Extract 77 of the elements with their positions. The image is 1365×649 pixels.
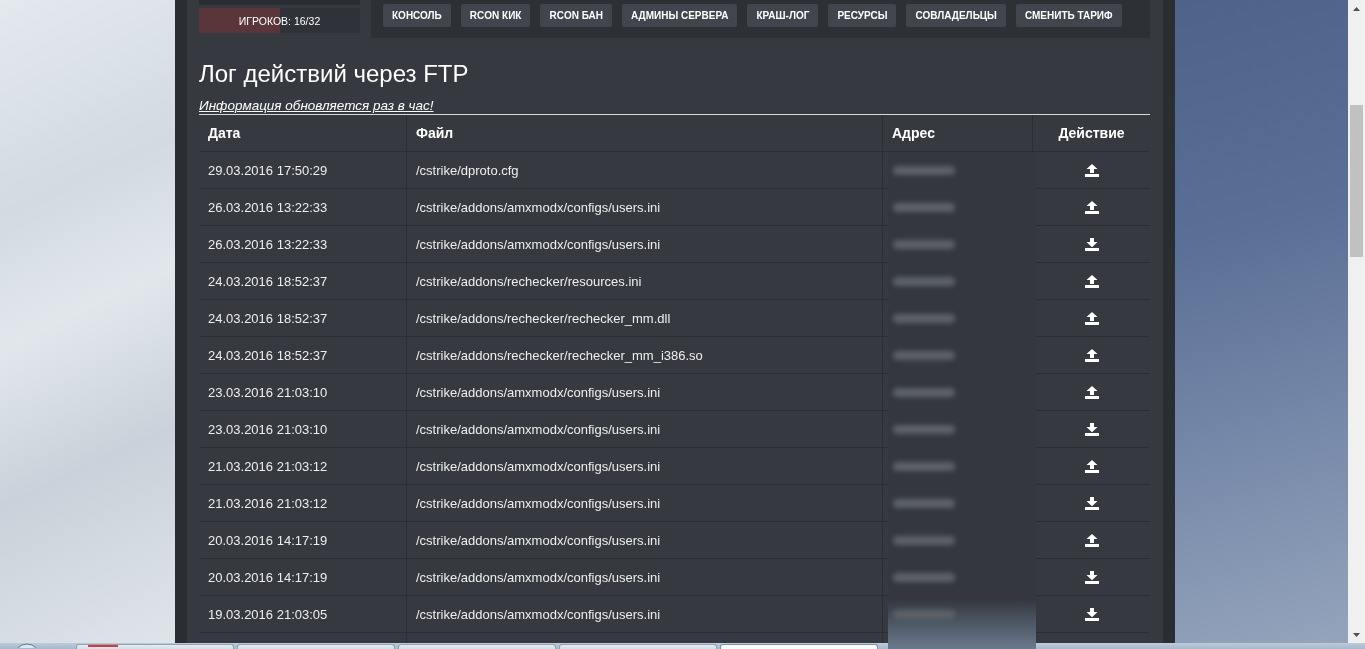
toolbar-button[interactable]: СОВЛАДЕЛЬЦЫ (906, 4, 1006, 27)
scrollbar-thumb[interactable] (1350, 105, 1363, 257)
upload-icon (1084, 274, 1099, 288)
upload-icon (1084, 459, 1099, 473)
blurred-text (893, 351, 955, 360)
download-icon (1084, 422, 1099, 436)
table-cell: /cstrike/addons/amxmodx/configs/users.ini (416, 236, 661, 252)
table-cell: 23.03.2016 21:03:10 (208, 421, 328, 437)
blurred-text (893, 203, 955, 212)
blurred-text (893, 536, 955, 545)
toolbar-button[interactable]: RCON БАН (540, 4, 612, 27)
toolbar-button[interactable]: РЕСУРСЫ (828, 4, 897, 27)
blurred-text (893, 314, 955, 323)
upload-icon (1084, 311, 1099, 325)
table-cell: /cstrike/addons/rechecker/resources.ini (416, 273, 642, 289)
toolbar-button[interactable]: КОНСОЛЬ (383, 4, 451, 27)
table-cell: /cstrike/addons/amxmodx/configs/users.ini (416, 421, 661, 437)
table-cell: 26.03.2016 13:22:33 (208, 236, 328, 252)
table-cell: /cstrike/addons/amxmodx/configs/users.ini (416, 384, 661, 400)
upload-icon (1084, 200, 1099, 214)
table-cell: 21.03.2016 21:03:12 (208, 458, 328, 474)
download-icon (1084, 607, 1099, 621)
toolbar-button[interactable]: АДМИНЫ СЕРВЕРА (621, 4, 738, 27)
column-header: Действие (1058, 125, 1125, 141)
table-cell: 20.03.2016 14:17:19 (208, 569, 328, 585)
toolbar-button[interactable]: СМЕНИТЬ ТАРИФ (1015, 4, 1122, 27)
table-cell: 24.03.2016 18:52:37 (208, 310, 328, 326)
column-header: Дата (208, 125, 241, 141)
table-cell: 21.03.2016 21:03:12 (208, 495, 328, 511)
table-cell: 20.03.2016 14:17:19 (208, 532, 328, 548)
table-cell: /cstrike/dproto.cfg (416, 162, 519, 178)
upload-icon (1084, 385, 1099, 399)
blurred-text (893, 573, 955, 582)
column-header: Файл (416, 125, 454, 141)
table-cell: /cstrike/addons/amxmodx/configs/users.ini (416, 495, 661, 511)
download-icon (1084, 237, 1099, 251)
download-icon (1084, 570, 1099, 584)
page-title: Лог действий через FTP (199, 60, 469, 88)
table-cell: 24.03.2016 18:52:37 (208, 347, 328, 363)
taskbar-button[interactable] (720, 644, 878, 649)
down-arrow-icon (1353, 632, 1360, 637)
upload-icon (1084, 163, 1099, 177)
upload-icon (1084, 348, 1099, 362)
download-icon (1084, 496, 1099, 510)
toolbar-button[interactable]: RCON КИК (460, 4, 531, 27)
table-cell: /cstrike/addons/amxmodx/configs/users.ini (416, 199, 661, 215)
table-cell: /cstrike/addons/rechecker/rechecker_mm.dll (416, 310, 671, 326)
toolbar-button[interactable]: КРАШ-ЛОГ (747, 4, 819, 27)
players-count: ИГРОКОВ: 16/32 (238, 14, 321, 27)
start-button[interactable] (14, 643, 40, 648)
table-cell: 29.03.2016 17:50:29 (208, 162, 328, 178)
table-cell: /cstrike/addons/rechecker/rechecker_mm_i386.so (416, 347, 703, 363)
taskbar-button[interactable] (398, 644, 556, 649)
up-arrow-icon (1353, 6, 1360, 11)
blurred-text (893, 499, 955, 508)
table-cell: 19.03.2016 21:03:05 (208, 606, 328, 622)
table-cell: /cstrike/addons/amxmodx/configs/users.ini (416, 606, 661, 622)
blurred-text (893, 425, 955, 434)
column-header: Адрес (892, 125, 935, 141)
blurred-text (893, 388, 955, 397)
taskbar-button[interactable] (559, 644, 717, 649)
taskbar-button[interactable] (237, 644, 395, 649)
table-cell: /cstrike/addons/amxmodx/configs/users.ini (416, 532, 661, 548)
blurred-text (893, 277, 955, 286)
blurred-text (893, 240, 955, 249)
table-cell: 23.03.2016 21:03:10 (208, 384, 328, 400)
blurred-text (893, 610, 955, 619)
blurred-text (893, 166, 955, 175)
blurred-text (893, 462, 955, 471)
scrollbar[interactable] (1348, 0, 1365, 643)
taskbar-button[interactable] (76, 644, 234, 649)
table-cell: /cstrike/addons/amxmodx/configs/users.ini (416, 458, 661, 474)
upload-icon (1084, 533, 1099, 547)
table-cell: /cstrike/addons/amxmodx/configs/users.ini (416, 569, 661, 585)
table-cell: 26.03.2016 13:22:33 (208, 199, 328, 215)
info-note: Информация обновляется раз в час! (199, 98, 434, 114)
table-cell: 24.03.2016 18:52:37 (208, 273, 328, 289)
